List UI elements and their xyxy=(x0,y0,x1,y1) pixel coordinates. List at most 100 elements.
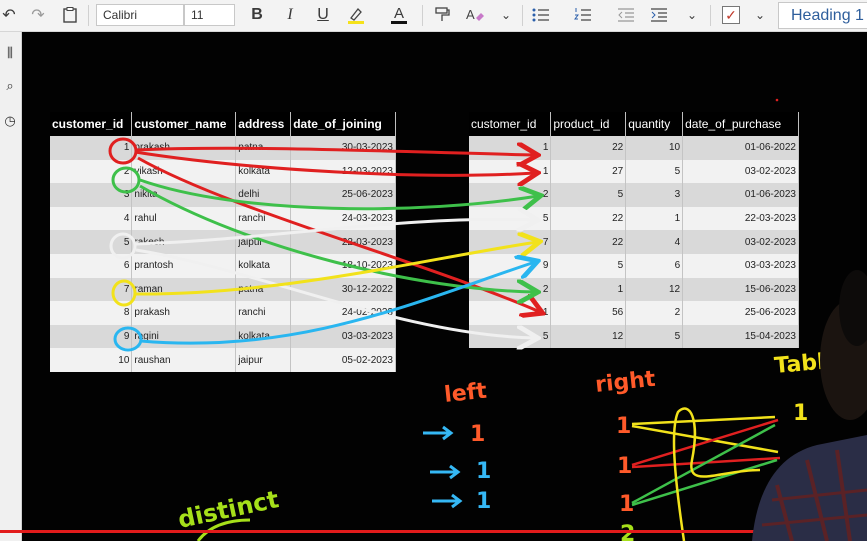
presenter-figure xyxy=(752,270,867,541)
table-cell: 18-10-2023 xyxy=(290,253,396,278)
column-header: customer_id xyxy=(469,112,552,136)
table-cell: 30-03-2023 xyxy=(290,136,396,160)
table-header-row: customer_id customer_name address date_o… xyxy=(50,112,396,136)
table-cell: 12-03-2023 xyxy=(290,159,396,184)
table-cell: 7 xyxy=(469,230,552,254)
font-name-select[interactable]: Calibri xyxy=(96,4,184,26)
table-cell: nikita xyxy=(131,183,237,207)
table-row: 5 22 1 22-03-2023 xyxy=(469,206,799,231)
table-cell: raman xyxy=(131,277,237,302)
table-cell: 5 xyxy=(469,324,552,349)
undo-icon[interactable]: ↶ xyxy=(0,3,18,27)
font-size-select[interactable]: 11 xyxy=(184,4,235,26)
redo-icon[interactable]: ↷ xyxy=(28,3,48,27)
ink-arrow xyxy=(442,425,454,441)
table-cell: kolkata xyxy=(235,159,292,184)
table-cell: 24-02-2023 xyxy=(290,301,396,325)
column-header: product_id xyxy=(550,112,627,136)
bullet-list-icon[interactable] xyxy=(530,3,552,27)
chevron-down-icon[interactable]: ⌄ xyxy=(752,3,768,27)
table-cell: 5 xyxy=(625,324,684,349)
italic-button[interactable]: I xyxy=(281,3,299,27)
table-row: 10 raushan jaipur 05-02-2023 xyxy=(50,348,396,372)
underline-button[interactable]: U xyxy=(314,3,332,27)
label-right: right xyxy=(594,367,657,398)
clipboard-icon[interactable] xyxy=(60,3,80,27)
table-cell: prantosh xyxy=(131,253,237,278)
table-cell: 03-02-2023 xyxy=(682,159,799,184)
font-color-icon: A xyxy=(393,5,404,22)
table-cell: 22 xyxy=(550,136,627,160)
style-gallery[interactable]: Heading 1 xyxy=(778,2,867,29)
library-icon[interactable]: ⫼ xyxy=(1,44,19,62)
table-row: 7 raman patna 30-12-2022 xyxy=(50,277,396,302)
column-header: date_of_joining xyxy=(290,112,396,136)
column-header: quantity xyxy=(625,112,684,136)
table-cell: 7 xyxy=(50,277,133,302)
column-header: customer_id xyxy=(50,112,133,136)
table-cell: 9 xyxy=(469,253,552,278)
table-cell: 6 xyxy=(625,253,684,278)
ink-arrow xyxy=(451,493,463,509)
table-cell: rakesh xyxy=(131,230,237,254)
table-cell: 30-12-2022 xyxy=(290,277,396,302)
table-cell: 27 xyxy=(550,159,627,184)
table-cell: 5 xyxy=(550,253,627,278)
decrease-indent-icon[interactable] xyxy=(615,3,637,27)
table-cell: prakash xyxy=(131,136,237,160)
table-row: 8 prakash ranchi 24-02-2023 xyxy=(50,301,396,325)
bold-button[interactable]: B xyxy=(248,3,266,27)
table-cell: prakash xyxy=(131,301,237,325)
table-cell: 22 xyxy=(550,230,627,254)
table-cell: 5 xyxy=(50,230,133,254)
table-cell: 12 xyxy=(550,324,627,349)
right-value: 1 xyxy=(617,454,632,479)
label-distinct: distinct xyxy=(175,485,281,534)
left-value: 1 xyxy=(470,422,485,447)
history-icon[interactable]: ◷ xyxy=(1,112,19,130)
table-cell: 1 xyxy=(469,301,552,325)
todo-checkbox-icon[interactable]: ✓ xyxy=(722,6,740,24)
numbered-list-icon[interactable] xyxy=(572,3,594,27)
left-rail: ⫼ ⌕ ◷ xyxy=(0,32,22,541)
table-cell: vikash xyxy=(131,159,237,184)
search-icon[interactable]: ⌕ xyxy=(1,77,19,95)
table-cell: 1 xyxy=(469,136,552,160)
table-cell: raushan xyxy=(131,348,237,372)
table-cell: 1 xyxy=(50,136,133,160)
table-row: 1 27 5 03-02-2023 xyxy=(469,159,799,184)
table-cell: 6 xyxy=(50,253,133,278)
table-cell: 5 xyxy=(550,183,627,207)
table-row: 4 rahul ranchi 24-03-2023 xyxy=(50,206,396,231)
table-cell: 56 xyxy=(550,301,627,325)
right-value: 1 xyxy=(619,492,634,517)
ink-arrow xyxy=(449,464,461,480)
chevron-down-icon[interactable]: ⌄ xyxy=(683,3,701,27)
table-cell: 5 xyxy=(625,159,684,184)
table-cell: kolkata xyxy=(235,324,292,349)
table-cell: 24-03-2023 xyxy=(290,206,396,231)
table-cell: 2 xyxy=(625,301,684,325)
column-header: customer_name xyxy=(131,112,237,136)
table-cell: 25-06-2023 xyxy=(290,183,396,207)
customers-table: customer_id customer_name address date_o… xyxy=(50,112,396,372)
table-cell: 4 xyxy=(625,230,684,254)
table-cell: 2 xyxy=(50,159,133,184)
table-cell: 05-02-2023 xyxy=(290,348,396,372)
table-header-row: customer_id product_id quantity date_of_… xyxy=(469,112,799,136)
column-header: address xyxy=(235,112,292,136)
table-cell: 01-06-2022 xyxy=(682,136,799,160)
table-cell: 01-06-2023 xyxy=(682,183,799,207)
format-painter-icon[interactable] xyxy=(432,3,452,27)
font-color-button[interactable]: A xyxy=(388,3,410,27)
ribbon-toolbar: ↶ ↷ Calibri 11 B I U A A ⌄ ⌄ ✓ ⌄ Heading… xyxy=(0,0,867,32)
clear-format-icon[interactable]: A xyxy=(464,3,486,27)
highlighter-icon[interactable] xyxy=(345,3,367,27)
left-value: 1 xyxy=(476,459,491,484)
table-cell: 3 xyxy=(625,183,684,207)
table-cell: 03-03-2023 xyxy=(290,324,396,349)
table-cell: 10 xyxy=(50,348,133,372)
increase-indent-icon[interactable] xyxy=(648,3,670,27)
table-cell: 1 xyxy=(550,277,627,302)
chevron-down-icon[interactable]: ⌄ xyxy=(497,3,515,27)
